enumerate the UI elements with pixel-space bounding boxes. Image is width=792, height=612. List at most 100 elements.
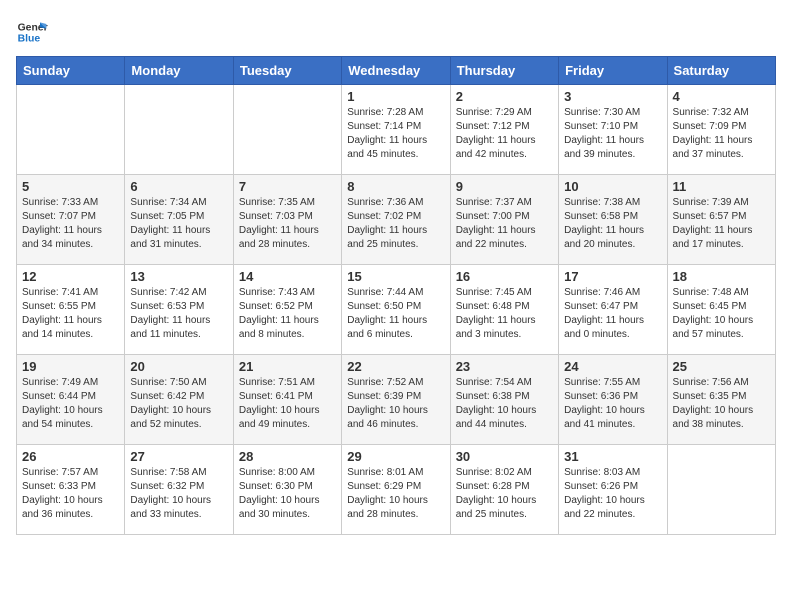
day-number: 8: [347, 179, 444, 194]
day-number: 4: [673, 89, 770, 104]
day-info: Sunrise: 8:01 AM Sunset: 6:29 PM Dayligh…: [347, 466, 444, 522]
day-info: Sunrise: 8:00 AM Sunset: 6:30 PM Dayligh…: [239, 466, 336, 522]
day-info: Sunrise: 7:30 AM Sunset: 7:10 PM Dayligh…: [564, 106, 661, 162]
calendar-cell: 20Sunrise: 7:50 AM Sunset: 6:42 PM Dayli…: [125, 355, 233, 445]
day-number: 10: [564, 179, 661, 194]
day-info: Sunrise: 7:51 AM Sunset: 6:41 PM Dayligh…: [239, 376, 336, 432]
day-number: 3: [564, 89, 661, 104]
day-info: Sunrise: 7:56 AM Sunset: 6:35 PM Dayligh…: [673, 376, 770, 432]
day-number: 1: [347, 89, 444, 104]
day-info: Sunrise: 7:36 AM Sunset: 7:02 PM Dayligh…: [347, 196, 444, 252]
day-number: 18: [673, 269, 770, 284]
calendar-cell: 15 Sunrise: 7:44 AM Sunset: 6:50 PM Dayli…: [342, 265, 450, 355]
day-number: 28: [239, 449, 336, 464]
calendar-cell: [125, 85, 233, 175]
day-number: 13: [130, 269, 227, 284]
day-info: Sunrise: 7:57 AM Sunset: 6:33 PM Dayligh…: [22, 466, 119, 522]
week-row-3: 19 Sunrise: 7:49 AM Sunset: 6:44 PM Dayli…: [17, 355, 776, 445]
day-info: Sunrise: 7:52 AM Sunset: 6:39 PM Dayligh…: [347, 376, 444, 432]
calendar-cell: 30 Sunrise: 8:02 AM Sunset: 6:28 PM Dayli…: [450, 445, 558, 535]
week-row-4: 26 Sunrise: 7:57 AM Sunset: 6:33 PM Dayli…: [17, 445, 776, 535]
day-info: Sunrise: 7:44 AM Sunset: 6:50 PM Dayligh…: [347, 286, 444, 342]
calendar-cell: 26 Sunrise: 7:57 AM Sunset: 6:33 PM Dayli…: [17, 445, 125, 535]
weekday-header-sunday: Sunday: [17, 57, 125, 85]
calendar-cell: 9 Sunrise: 7:37 AM Sunset: 7:00 PM Daylig…: [450, 175, 558, 265]
day-number: 19: [22, 359, 119, 374]
week-row-0: 1 Sunrise: 7:28 AM Sunset: 7:14 PM Daylig…: [17, 85, 776, 175]
day-number: 20: [130, 359, 227, 374]
day-number: 23: [456, 359, 553, 374]
day-info: Sunrise: 7:37 AM Sunset: 7:00 PM Dayligh…: [456, 196, 553, 252]
calendar-cell: 6 Sunrise: 7:34 AM Sunset: 7:05 PM Daylig…: [125, 175, 233, 265]
calendar-cell: 12Sunrise: 7:41 AM Sunset: 6:55 PM Dayli…: [17, 265, 125, 355]
calendar-cell: [667, 445, 775, 535]
day-info: Sunrise: 8:02 AM Sunset: 6:28 PM Dayligh…: [456, 466, 553, 522]
day-info: Sunrise: 7:28 AM Sunset: 7:14 PM Dayligh…: [347, 106, 444, 162]
day-number: 22: [347, 359, 444, 374]
day-number: 24: [564, 359, 661, 374]
calendar-cell: [17, 85, 125, 175]
page-header: General Blue: [16, 16, 776, 48]
weekday-header-monday: Monday: [125, 57, 233, 85]
day-info: Sunrise: 7:55 AM Sunset: 6:36 PM Dayligh…: [564, 376, 661, 432]
day-info: Sunrise: 7:58 AM Sunset: 6:32 PM Dayligh…: [130, 466, 227, 522]
day-info: Sunrise: 7:45 AM Sunset: 6:48 PM Dayligh…: [456, 286, 553, 342]
calendar-cell: 1 Sunrise: 7:28 AM Sunset: 7:14 PM Daylig…: [342, 85, 450, 175]
day-number: 7: [239, 179, 336, 194]
day-info: Sunrise: 7:39 AM Sunset: 6:57 PM Dayligh…: [673, 196, 770, 252]
calendar-cell: 19 Sunrise: 7:49 AM Sunset: 6:44 PM Dayli…: [17, 355, 125, 445]
calendar-cell: 17 Sunrise: 7:46 AM Sunset: 6:47 PM Dayli…: [559, 265, 667, 355]
calendar-cell: 11 Sunrise: 7:39 AM Sunset: 6:57 PM Dayli…: [667, 175, 775, 265]
day-info: Sunrise: 7:33 AM Sunset: 7:07 PM Dayligh…: [22, 196, 119, 252]
calendar-cell: 14Sunrise: 7:43 AM Sunset: 6:52 PM Dayli…: [233, 265, 341, 355]
calendar-cell: 25Sunrise: 7:56 AM Sunset: 6:35 PM Dayli…: [667, 355, 775, 445]
calendar-cell: 29 Sunrise: 8:01 AM Sunset: 6:29 PM Dayli…: [342, 445, 450, 535]
day-number: 17: [564, 269, 661, 284]
weekday-header-saturday: Saturday: [667, 57, 775, 85]
weekday-header-row: SundayMondayTuesdayWednesdayThursdayFrid…: [17, 57, 776, 85]
weekday-header-wednesday: Wednesday: [342, 57, 450, 85]
day-number: 6: [130, 179, 227, 194]
day-info: Sunrise: 7:54 AM Sunset: 6:38 PM Dayligh…: [456, 376, 553, 432]
calendar-cell: 4 Sunrise: 7:32 AM Sunset: 7:09 PM Daylig…: [667, 85, 775, 175]
logo-icon: General Blue: [16, 16, 48, 48]
calendar-cell: [233, 85, 341, 175]
calendar-cell: 22 Sunrise: 7:52 AM Sunset: 6:39 PM Dayli…: [342, 355, 450, 445]
day-number: 11: [673, 179, 770, 194]
day-info: Sunrise: 7:38 AM Sunset: 6:58 PM Dayligh…: [564, 196, 661, 252]
week-row-2: 12Sunrise: 7:41 AM Sunset: 6:55 PM Dayli…: [17, 265, 776, 355]
day-number: 31: [564, 449, 661, 464]
day-info: Sunrise: 7:35 AM Sunset: 7:03 PM Dayligh…: [239, 196, 336, 252]
day-info: Sunrise: 7:49 AM Sunset: 6:44 PM Dayligh…: [22, 376, 119, 432]
logo: General Blue: [16, 16, 48, 48]
calendar-cell: 24 Sunrise: 7:55 AM Sunset: 6:36 PM Dayli…: [559, 355, 667, 445]
day-number: 21: [239, 359, 336, 374]
calendar-cell: 7 Sunrise: 7:35 AM Sunset: 7:03 PM Daylig…: [233, 175, 341, 265]
day-number: 30: [456, 449, 553, 464]
day-info: Sunrise: 7:32 AM Sunset: 7:09 PM Dayligh…: [673, 106, 770, 162]
weekday-header-tuesday: Tuesday: [233, 57, 341, 85]
weekday-header-thursday: Thursday: [450, 57, 558, 85]
day-info: Sunrise: 7:46 AM Sunset: 6:47 PM Dayligh…: [564, 286, 661, 342]
day-number: 26: [22, 449, 119, 464]
calendar-cell: 13Sunrise: 7:42 AM Sunset: 6:53 PM Dayli…: [125, 265, 233, 355]
calendar-cell: 18 Sunrise: 7:48 AM Sunset: 6:45 PM Dayli…: [667, 265, 775, 355]
calendar-table: SundayMondayTuesdayWednesdayThursdayFrid…: [16, 56, 776, 535]
calendar-cell: 2Sunrise: 7:29 AM Sunset: 7:12 PM Daylig…: [450, 85, 558, 175]
calendar-cell: 3 Sunrise: 7:30 AM Sunset: 7:10 PM Daylig…: [559, 85, 667, 175]
calendar-cell: 23 Sunrise: 7:54 AM Sunset: 6:38 PM Dayli…: [450, 355, 558, 445]
day-number: 29: [347, 449, 444, 464]
day-info: Sunrise: 8:03 AM Sunset: 6:26 PM Dayligh…: [564, 466, 661, 522]
calendar-cell: 21 Sunrise: 7:51 AM Sunset: 6:41 PM Dayli…: [233, 355, 341, 445]
day-number: 12: [22, 269, 119, 284]
day-info: Sunrise: 7:29 AM Sunset: 7:12 PM Dayligh…: [456, 106, 553, 162]
day-number: 14: [239, 269, 336, 284]
day-info: Sunrise: 7:48 AM Sunset: 6:45 PM Dayligh…: [673, 286, 770, 342]
day-number: 5: [22, 179, 119, 194]
day-number: 15: [347, 269, 444, 284]
calendar-cell: 16Sunrise: 7:45 AM Sunset: 6:48 PM Dayli…: [450, 265, 558, 355]
weekday-header-friday: Friday: [559, 57, 667, 85]
day-info: Sunrise: 7:34 AM Sunset: 7:05 PM Dayligh…: [130, 196, 227, 252]
day-number: 9: [456, 179, 553, 194]
calendar-cell: 8 Sunrise: 7:36 AM Sunset: 7:02 PM Daylig…: [342, 175, 450, 265]
